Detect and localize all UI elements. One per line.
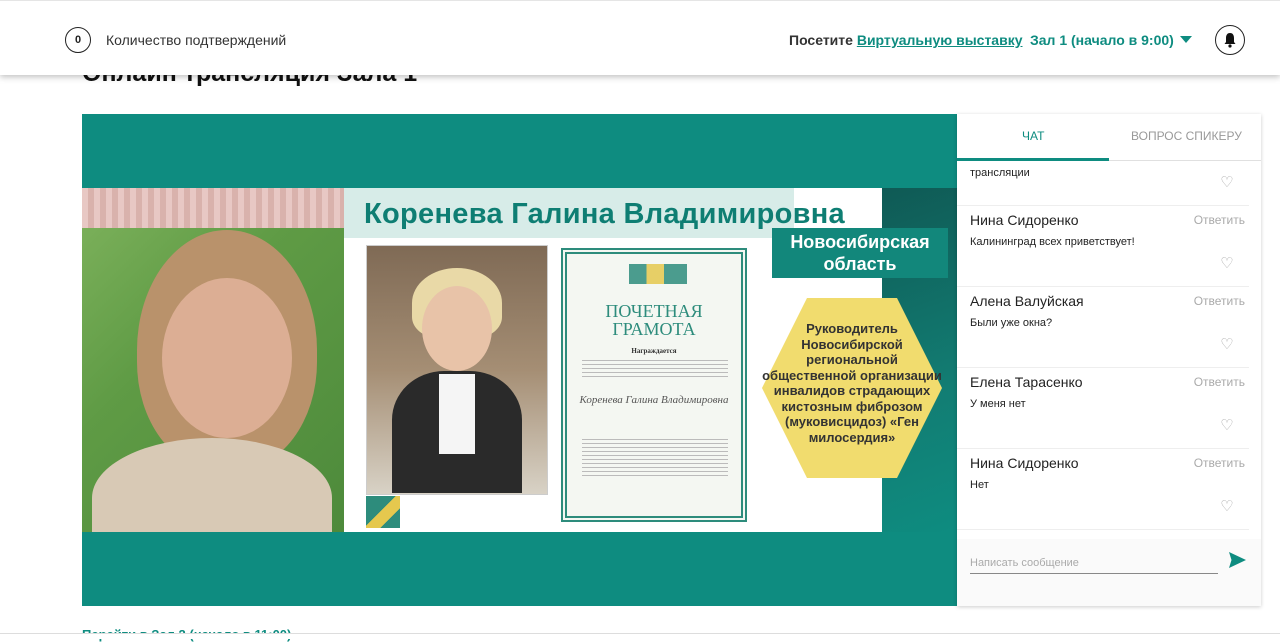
chat-messages[interactable]: трансляции ♡ Нина Сидоренко Ответить Кал… — [957, 161, 1261, 539]
notifications-button[interactable] — [1215, 25, 1245, 55]
chat-message: трансляции ♡ — [957, 161, 1249, 206]
tab-question-speaker[interactable]: ВОПРОС СПИКЕРУ — [1131, 129, 1242, 143]
chat-tabs: ЧАТ ВОПРОС СПИКЕРУ — [957, 114, 1261, 161]
message-author: Алена Валуйская — [970, 293, 1084, 309]
heart-icon[interactable]: ♡ — [1219, 337, 1235, 353]
reply-button[interactable]: Ответить — [1194, 375, 1245, 389]
chat-message: Алена Валуйская Ответить Были уже окна? … — [957, 287, 1249, 368]
message-text: Нет — [970, 479, 989, 491]
message-text: Калининград всех приветствует! — [970, 236, 1135, 248]
active-tab-indicator — [957, 158, 1109, 161]
chat-message: Елена Тарасенко Ответить У меня нет ♡ — [957, 368, 1249, 449]
message-text: Были уже окна? — [970, 317, 1053, 329]
chat-message: Нина Сидоренко Ответить Калининград всех… — [957, 206, 1249, 287]
association-logo — [366, 496, 400, 528]
heart-icon[interactable]: ♡ — [1219, 499, 1235, 515]
send-button[interactable] — [1227, 550, 1249, 572]
certificate-recipient: Коренева Галина Владимировна — [579, 394, 729, 406]
certificate-image: ПОЧЕТНАЯ ГРАМОТА Награждается Коренева Г… — [561, 248, 747, 522]
video-frame: Коренева Галина Владимировна Новосибирск… — [82, 188, 957, 532]
slide-speaker-name: Коренева Галина Владимировна — [364, 198, 845, 230]
reply-button[interactable]: Ответить — [1194, 456, 1245, 470]
heart-icon[interactable]: ♡ — [1219, 175, 1235, 191]
page-divider — [0, 633, 1280, 639]
presentation-slide: Коренева Галина Владимировна Новосибирск… — [344, 188, 957, 532]
chat-composer — [957, 539, 1261, 606]
slide-role-text: Руководитель Новосибирской региональной … — [762, 321, 942, 445]
hall-selector[interactable]: Зал 1 (начало в 9:00) — [1030, 32, 1174, 48]
message-author: Елена Тарасенко — [970, 374, 1083, 390]
chevron-down-icon[interactable] — [1180, 36, 1192, 43]
certificate-subtitle: Награждается — [631, 347, 677, 355]
message-author: Нина Сидоренко — [970, 212, 1079, 228]
reply-button[interactable]: Ответить — [1194, 294, 1245, 308]
visit-exhibition-text: Посетите Виртуальную выставку — [789, 32, 1022, 48]
visit-prefix: Посетите — [789, 32, 853, 48]
tab-chat[interactable]: ЧАТ — [1022, 129, 1044, 143]
message-text: У меня нет — [970, 398, 1026, 410]
message-input[interactable] — [970, 553, 1218, 574]
reply-button[interactable]: Ответить — [1194, 213, 1245, 227]
video-player[interactable]: Коренева Галина Владимировна Новосибирск… — [82, 114, 957, 606]
bell-icon — [1224, 33, 1236, 48]
certificate-title: ПОЧЕТНАЯ ГРАМОТА — [605, 301, 703, 339]
slide-region-badge: Новосибирская область — [772, 228, 948, 278]
heart-icon[interactable]: ♡ — [1219, 256, 1235, 272]
confirmations-label: Количество подтверждений — [106, 32, 287, 48]
message-author: Нина Сидоренко — [970, 455, 1079, 471]
heart-icon[interactable]: ♡ — [1219, 418, 1235, 434]
message-text: трансляции — [970, 167, 1030, 179]
top-bar: 0 Количество подтверждений Посетите Вирт… — [0, 0, 1280, 75]
chat-panel: ЧАТ ВОПРОС СПИКЕРУ трансляции ♡ Нина Сид… — [957, 114, 1261, 606]
speaker-photo — [366, 245, 548, 495]
send-icon — [1229, 552, 1246, 568]
virtual-exhibition-link[interactable]: Виртуальную выставку — [857, 32, 1023, 48]
association-logo — [629, 264, 687, 284]
confirmations-count-badge: 0 — [65, 27, 91, 53]
chat-message: Нина Сидоренко Ответить Нет ♡ — [957, 449, 1249, 530]
speaker-webcam — [82, 188, 344, 532]
